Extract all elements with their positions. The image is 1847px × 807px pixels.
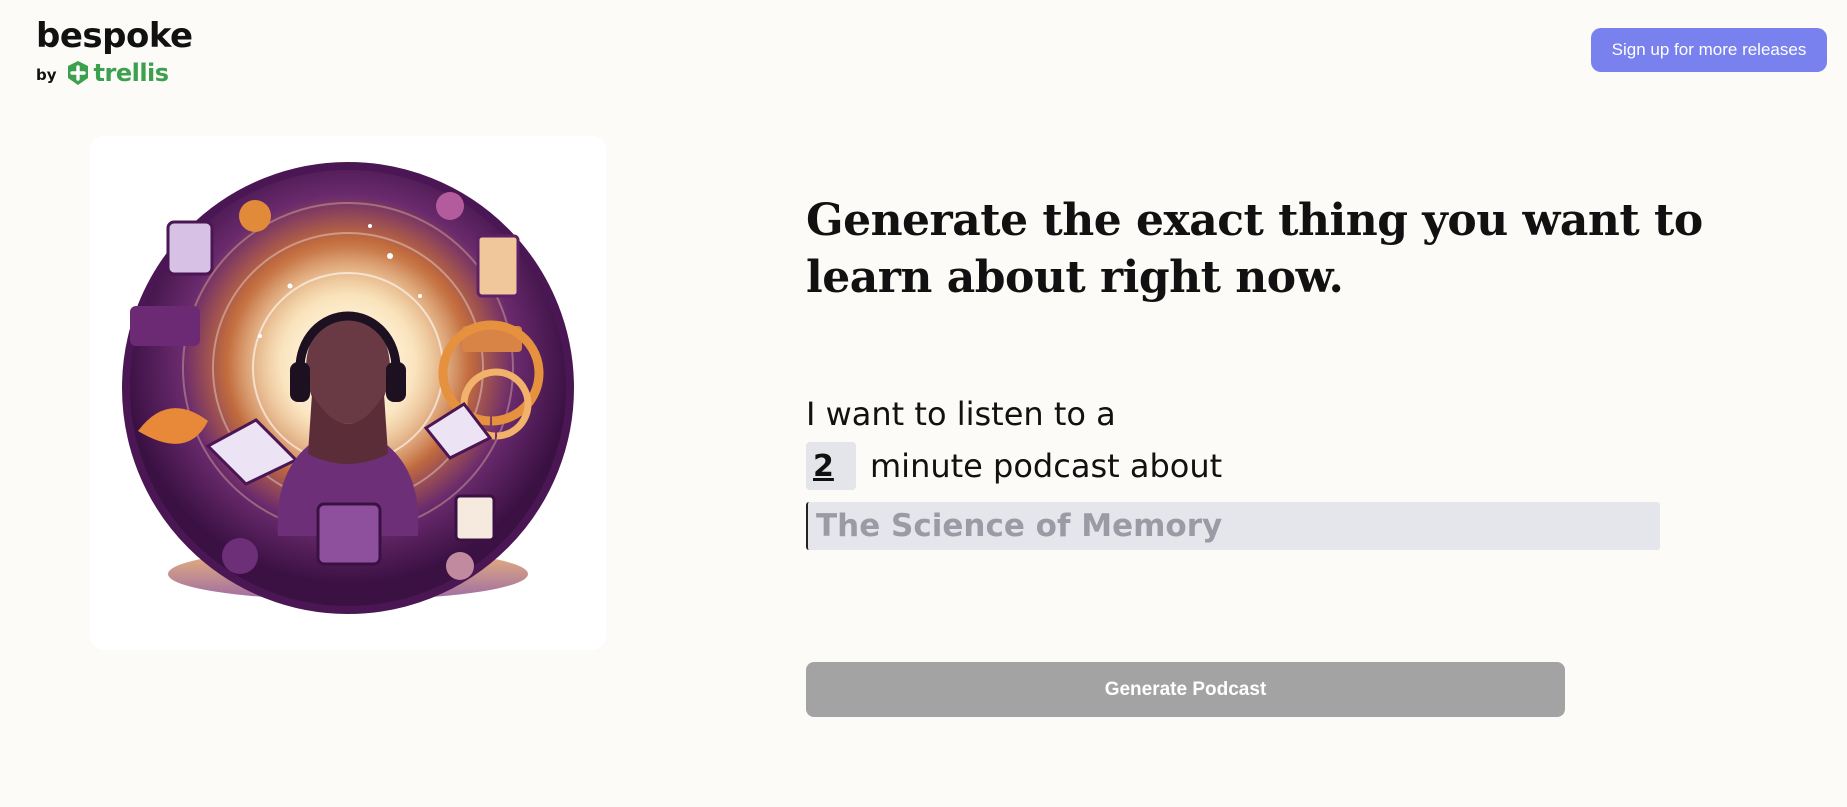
prompt-prefix: I want to listen to a	[806, 395, 1116, 433]
brand-byline: by trellis	[36, 58, 193, 88]
generate-podcast-button[interactable]: Generate Podcast	[806, 662, 1565, 717]
duration-input[interactable]	[806, 442, 856, 490]
hero-illustration	[90, 136, 606, 650]
page-headline: Generate the exact thing you want to lea…	[806, 195, 1703, 303]
podcast-illustration-image	[122, 162, 574, 614]
brand-name: bespoke	[36, 16, 193, 56]
brand-logo: bespoke by trellis	[36, 16, 193, 88]
signup-button[interactable]: Sign up for more releases	[1591, 28, 1827, 72]
duration-suffix: minute podcast about	[870, 447, 1223, 485]
duration-row: minute podcast about	[806, 442, 1222, 490]
trellis-logo-icon	[67, 61, 88, 85]
brand-by-text: by	[36, 66, 57, 84]
topic-input[interactable]	[806, 502, 1660, 550]
partner-name: trellis	[93, 59, 170, 87]
